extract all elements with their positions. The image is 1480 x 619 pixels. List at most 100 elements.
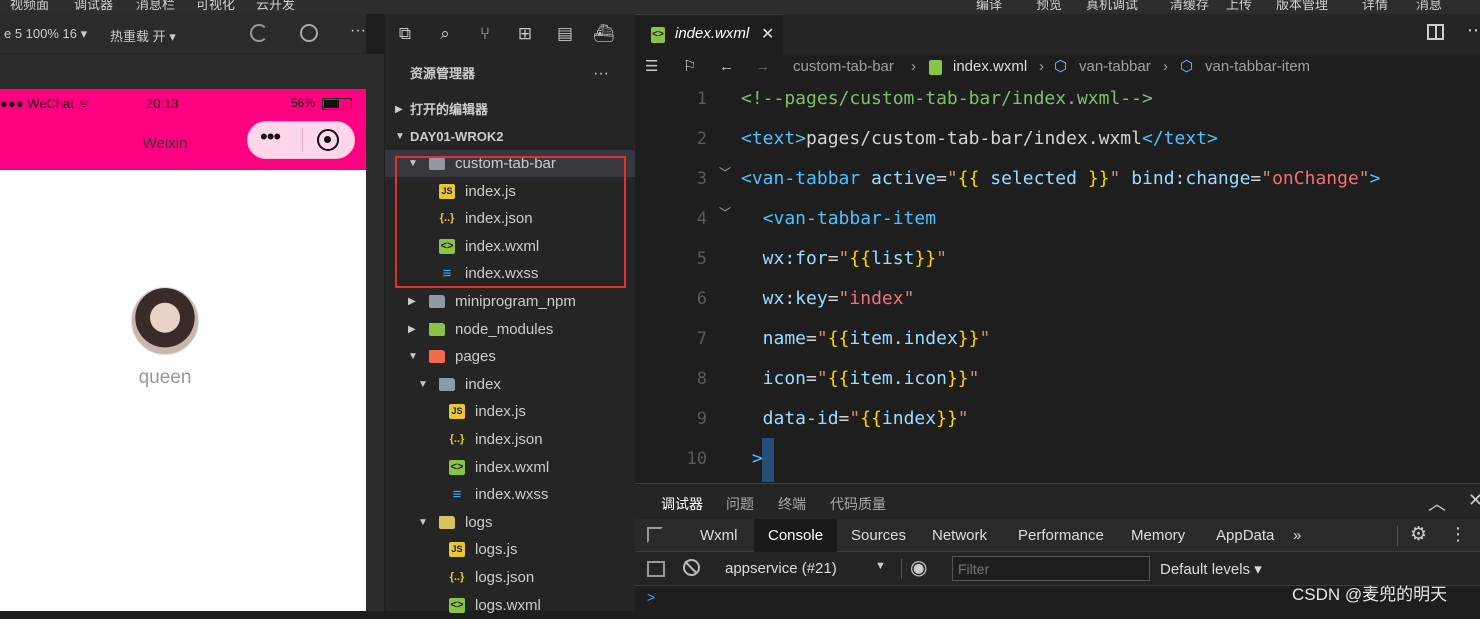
tree-folder[interactable]: ▼ index (385, 371, 635, 398)
tab-wxml[interactable]: Wxml (686, 519, 752, 552)
tab-problems[interactable]: 问题 (726, 494, 754, 514)
tab-appdata[interactable]: AppData (1202, 519, 1288, 552)
tab-performance[interactable]: Performance (1004, 519, 1118, 552)
tree-folder[interactable]: ▼ logs (385, 509, 635, 536)
tree-file[interactable]: <> logs.wxml (385, 592, 635, 619)
code-token: }} (914, 248, 937, 269)
explorer-more-icon[interactable]: ··· (593, 60, 609, 87)
tab-console[interactable]: Console (754, 519, 838, 552)
capsule-more-button[interactable]: ••• (260, 124, 281, 150)
source-control-icon[interactable]: ⑂ (475, 24, 495, 44)
code-token: active (871, 168, 937, 189)
code-line: <van-tabbar-item (741, 208, 936, 229)
extensions-icon[interactable]: ⊞ (515, 24, 535, 44)
fold-chevron-icon[interactable]: ﹀ (719, 204, 731, 221)
chevron-right-icon: › (1039, 58, 1044, 75)
search-icon[interactable]: ⌕ (435, 24, 455, 44)
tree-file[interactable]: JS logs.js (385, 536, 635, 563)
stop-icon[interactable] (300, 24, 318, 42)
tab-memory[interactable]: Memory (1117, 519, 1199, 552)
breadcrumb-item[interactable]: van-tabbar (1079, 54, 1151, 80)
code-token: > (741, 448, 763, 469)
tab-network[interactable]: Network (918, 519, 1001, 552)
json-file-icon: {..} (449, 571, 465, 583)
clear-console-icon[interactable] (683, 559, 700, 576)
tree-folder[interactable]: ▶ miniprogram_npm (385, 288, 635, 315)
filter-input[interactable] (952, 556, 1150, 581)
tree-file[interactable]: {..} index.json (385, 426, 635, 453)
forward-arrow-icon[interactable]: → (755, 54, 770, 80)
refresh-icon[interactable] (250, 24, 268, 42)
gear-icon[interactable]: ⚙ (1410, 523, 1427, 546)
menu-item[interactable]: 视频面 (10, 0, 49, 13)
chevron-right-icon[interactable]: ▶ (408, 316, 416, 343)
menu-item[interactable]: 详情 (1362, 0, 1388, 13)
tab-code-quality[interactable]: 代码质量 (830, 494, 886, 514)
list-icon[interactable]: ☰ (645, 54, 658, 80)
chevron-down-icon[interactable]: ▼ (418, 371, 428, 398)
chevron-down-icon[interactable]: ▼ (408, 343, 418, 370)
tab-index-wxml[interactable]: <> index.wxml ✕ (635, 14, 783, 54)
node-folder-icon (429, 322, 445, 336)
chevron-down-icon[interactable]: ▼ (418, 509, 428, 536)
layout-icon[interactable]: ▤ (555, 24, 575, 44)
code-token: " (838, 288, 850, 309)
menu-item[interactable]: 消息栏 (136, 0, 175, 13)
menu-item[interactable]: 编译 (976, 0, 1002, 13)
tree-file[interactable]: ≡ index.wxss (385, 481, 635, 508)
code-editor[interactable]: 1 <!--pages/custom-tab-bar/index.wxml--> 2… (635, 80, 1480, 482)
menu-item[interactable]: 上传 (1226, 0, 1252, 13)
close-icon[interactable]: ✕ (761, 24, 774, 44)
menu-item[interactable]: 可视化 (196, 0, 235, 13)
tab-sources[interactable]: Sources (837, 519, 920, 552)
fold-chevron-icon[interactable]: ﹀ (719, 164, 731, 181)
hot-reload-toggle[interactable]: 热重载 开 ▾ (110, 26, 176, 45)
more-actions-icon[interactable]: ⋯ (1467, 20, 1480, 41)
back-arrow-icon[interactable]: ← (719, 54, 734, 80)
tree-folder[interactable]: ▼ pages (385, 343, 635, 370)
capsule-close-button[interactable] (317, 129, 339, 151)
bookmark-icon[interactable]: ⚐ (683, 54, 696, 80)
more-icon[interactable]: ··· (350, 22, 366, 40)
device-select[interactable]: e 5 100% 16 ▾ (4, 26, 87, 42)
chevron-right-icon[interactable]: ▶ (408, 288, 416, 315)
menu-item[interactable]: 版本管理 (1276, 0, 1328, 13)
menu-item[interactable]: 调试器 (74, 0, 113, 13)
menu-item[interactable]: 云开发 (256, 0, 295, 13)
line-number: 3 (696, 169, 707, 189)
chevron-up-icon[interactable]: ︿ (1428, 490, 1446, 516)
menu-item[interactable]: 预览 (1036, 0, 1062, 13)
levels-select[interactable]: Default levels ▾ (1160, 560, 1262, 578)
menu-item[interactable]: 真机调试 (1086, 0, 1138, 13)
code-token: " (979, 328, 991, 349)
breadcrumb-item[interactable]: index.wxml (953, 54, 1027, 80)
eye-icon[interactable]: ◉ (910, 555, 927, 580)
menu-item[interactable]: 消息 (1416, 0, 1442, 13)
project-section[interactable]: ▼ DAY01-WROK2 (385, 123, 635, 150)
tab-terminal[interactable]: 终端 (778, 494, 806, 514)
open-editors-section[interactable]: ▶ 打开的编辑器 (385, 96, 635, 123)
context-select[interactable]: appservice (#21) (725, 560, 837, 577)
breadcrumb-item[interactable]: van-tabbar-item (1205, 54, 1310, 80)
tree-folder[interactable]: ▶ node_modules (385, 316, 635, 343)
tree-item-label: logs.wxml (475, 596, 541, 614)
docker-icon[interactable]: ⛴ (593, 24, 615, 44)
tab-debugger[interactable]: 调试器 (661, 494, 703, 521)
explorer-header: 资源管理器 ··· (385, 60, 635, 87)
inspect-icon[interactable] (647, 527, 663, 543)
sidebar-toggle-icon[interactable] (647, 561, 665, 577)
split-editor-icon[interactable] (1427, 24, 1444, 40)
tree-file[interactable]: {..} logs.json (385, 564, 635, 591)
wifi-icon: ᯤ (79, 98, 90, 110)
tree-item-label: index (465, 375, 501, 393)
breadcrumb-item[interactable]: custom-tab-bar (793, 54, 894, 80)
tree-file[interactable]: JS index.js (385, 398, 635, 425)
divider (901, 559, 902, 579)
kebab-menu-icon[interactable]: ⋮ (1449, 524, 1467, 545)
menu-item[interactable]: 清缓存 (1170, 0, 1209, 13)
explorer-icon[interactable]: ⧉ (395, 24, 415, 44)
close-panel-icon[interactable]: ✕ (1468, 490, 1480, 511)
tree-file[interactable]: <> index.wxml (385, 454, 635, 481)
more-tabs-icon[interactable]: » (1279, 519, 1315, 552)
tree-item-label: node_modules (455, 320, 554, 338)
